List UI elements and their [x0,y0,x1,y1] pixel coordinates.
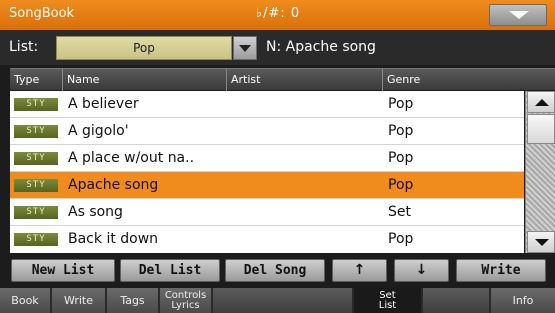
song-name-cell: Apache song [68,177,159,193]
selected-song-name: N: Apache song [266,39,376,55]
tab-set-line2: List [378,300,397,311]
list-selector-row: List: Pop N: Apache song [0,30,555,65]
list-select[interactable]: Pop [56,36,232,60]
tab-book-label: Book [11,294,39,307]
column-header-artist[interactable]: Artist [226,69,382,91]
action-bar: New List Del List Del Song ↑ ↓ Write [0,256,555,284]
move-up-button[interactable]: ↑ [332,259,387,282]
table-row[interactable]: STY A place w/out na.. Pop [10,145,524,172]
tab-controls-lyrics[interactable]: Controls Lyrics [160,288,212,313]
arrow-up-icon [535,99,549,106]
column-header-genre[interactable]: Genre [382,69,555,91]
style-type-badge: STY [14,179,58,192]
genre-cell: Pop [388,231,414,247]
song-name-cell: A gigolo' [68,123,129,139]
song-name-cell: A place w/out na.. [68,150,195,166]
style-type-badge: STY [14,206,58,219]
del-list-button[interactable]: Del List [120,259,220,282]
tab-empty [213,288,353,313]
arrow-down-icon [535,239,549,246]
del-song-button[interactable]: Del Song [225,259,325,282]
tab-info[interactable]: Info [491,288,555,313]
song-name-cell: As song [68,204,123,220]
tab-write-label: Write [63,294,94,307]
title-bar: SongBook ♭/#: 0 [0,0,555,30]
genre-cell: Set [388,204,411,220]
table-header: Type Name Artist Genre [10,68,555,91]
tab-controls-line2: Lyrics [171,300,200,311]
chevron-down-icon [509,11,529,19]
list-scrollbar[interactable] [525,91,555,253]
list-label: List: [9,39,39,55]
tab-set-list[interactable]: Set List [354,288,422,313]
scroll-up-button[interactable] [527,91,555,113]
table-row[interactable]: STY As song Set [10,199,524,226]
genre-cell: Pop [388,123,414,139]
list-dropdown-button[interactable] [233,36,257,60]
tab-book[interactable]: Book [0,288,51,313]
tab-info-label: Info [512,294,534,307]
table-row[interactable]: STY Back it down Pop [10,226,524,253]
tab-tags[interactable]: Tags [107,288,159,313]
move-down-button[interactable]: ↓ [394,259,449,282]
genre-cell: Pop [388,150,414,166]
tab-set-list-label: Set List [354,288,421,311]
tab-controls-label: Controls Lyrics [160,288,211,311]
new-list-button[interactable]: New List [11,259,115,282]
tab-bar: Book Write Tags Controls Lyrics Set List… [0,288,555,313]
arrow-down-icon: ↓ [415,262,428,278]
style-type-badge: STY [14,152,58,165]
style-type-badge: STY [14,98,58,111]
page-title: SongBook [9,6,75,21]
table-row-selected[interactable]: STY Apache song Pop [10,172,524,199]
arrow-up-icon: ↑ [353,262,366,278]
tab-write[interactable]: Write [52,288,106,313]
column-header-name[interactable]: Name [62,69,226,91]
table-row[interactable]: STY A believer Pop [10,91,524,118]
tab-empty [423,288,490,313]
page-menu-button[interactable] [489,4,547,26]
genre-cell: Pop [388,177,414,193]
song-name-cell: A believer [68,96,139,112]
column-header-type[interactable]: Type [10,69,62,91]
dropdown-arrow-icon [239,45,251,52]
table-row[interactable]: STY A gigolo' Pop [10,118,524,145]
style-type-badge: STY [14,125,58,138]
scroll-down-button[interactable] [527,231,555,253]
song-name-cell: Back it down [68,231,159,247]
genre-cell: Pop [388,96,414,112]
scroll-thumb[interactable] [527,114,555,144]
write-button[interactable]: Write [456,259,546,282]
tab-tags-label: Tags [120,294,145,307]
transpose-readout: ♭/#: 0 [256,6,301,21]
style-type-badge: STY [14,233,58,246]
song-list: STY A believer Pop STY A gigolo' Pop STY… [10,91,524,253]
